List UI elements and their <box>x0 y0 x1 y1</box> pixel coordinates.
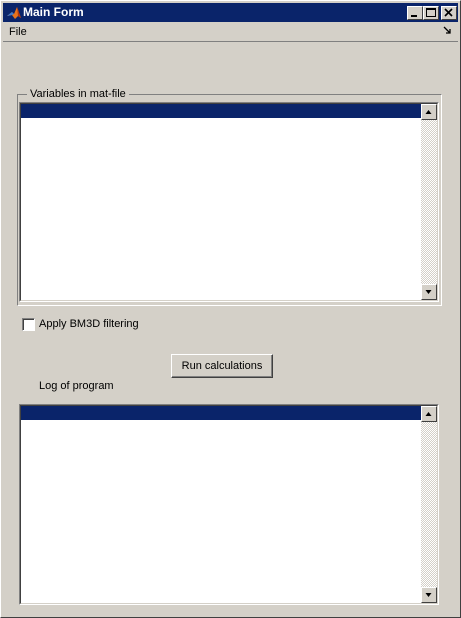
arrow-up-icon <box>425 412 432 416</box>
window-title: Main Form <box>23 5 84 19</box>
scroll-up-button[interactable] <box>421 406 437 422</box>
main-form-window: Main Form File Variables in mat-file App… <box>0 0 461 618</box>
run-calculations-button[interactable]: Run calculations <box>171 354 273 378</box>
minimize-icon <box>411 15 417 17</box>
log-listbox[interactable] <box>19 404 439 605</box>
matlab-icon <box>7 7 21 19</box>
menu-bar: File <box>3 23 458 42</box>
scroll-up-button[interactable] <box>421 104 437 120</box>
bm3d-checkbox[interactable] <box>22 318 35 331</box>
variables-scrollbar[interactable] <box>421 104 437 300</box>
log-scrollbar[interactable] <box>421 406 437 603</box>
undock-arrow-icon[interactable] <box>443 26 452 35</box>
variables-panel-title: Variables in mat-file <box>27 88 129 101</box>
bm3d-label[interactable]: Apply BM3D filtering <box>39 318 139 331</box>
scroll-down-button[interactable] <box>421 587 437 603</box>
menu-file[interactable]: File <box>9 25 27 39</box>
maximize-icon <box>426 8 436 17</box>
log-selected-row[interactable] <box>21 406 421 420</box>
arrow-up-icon <box>425 110 432 114</box>
arrow-down-icon <box>425 593 432 597</box>
maximize-button[interactable] <box>423 6 439 20</box>
close-button[interactable] <box>441 6 457 20</box>
close-icon <box>444 8 453 17</box>
log-label: Log of program <box>39 380 114 392</box>
minimize-button[interactable] <box>407 6 423 20</box>
scroll-down-button[interactable] <box>421 284 437 300</box>
variables-selected-row[interactable] <box>21 104 421 118</box>
title-bar[interactable]: Main Form <box>3 3 458 22</box>
arrow-down-icon <box>425 290 432 294</box>
variables-listbox[interactable] <box>19 102 439 302</box>
